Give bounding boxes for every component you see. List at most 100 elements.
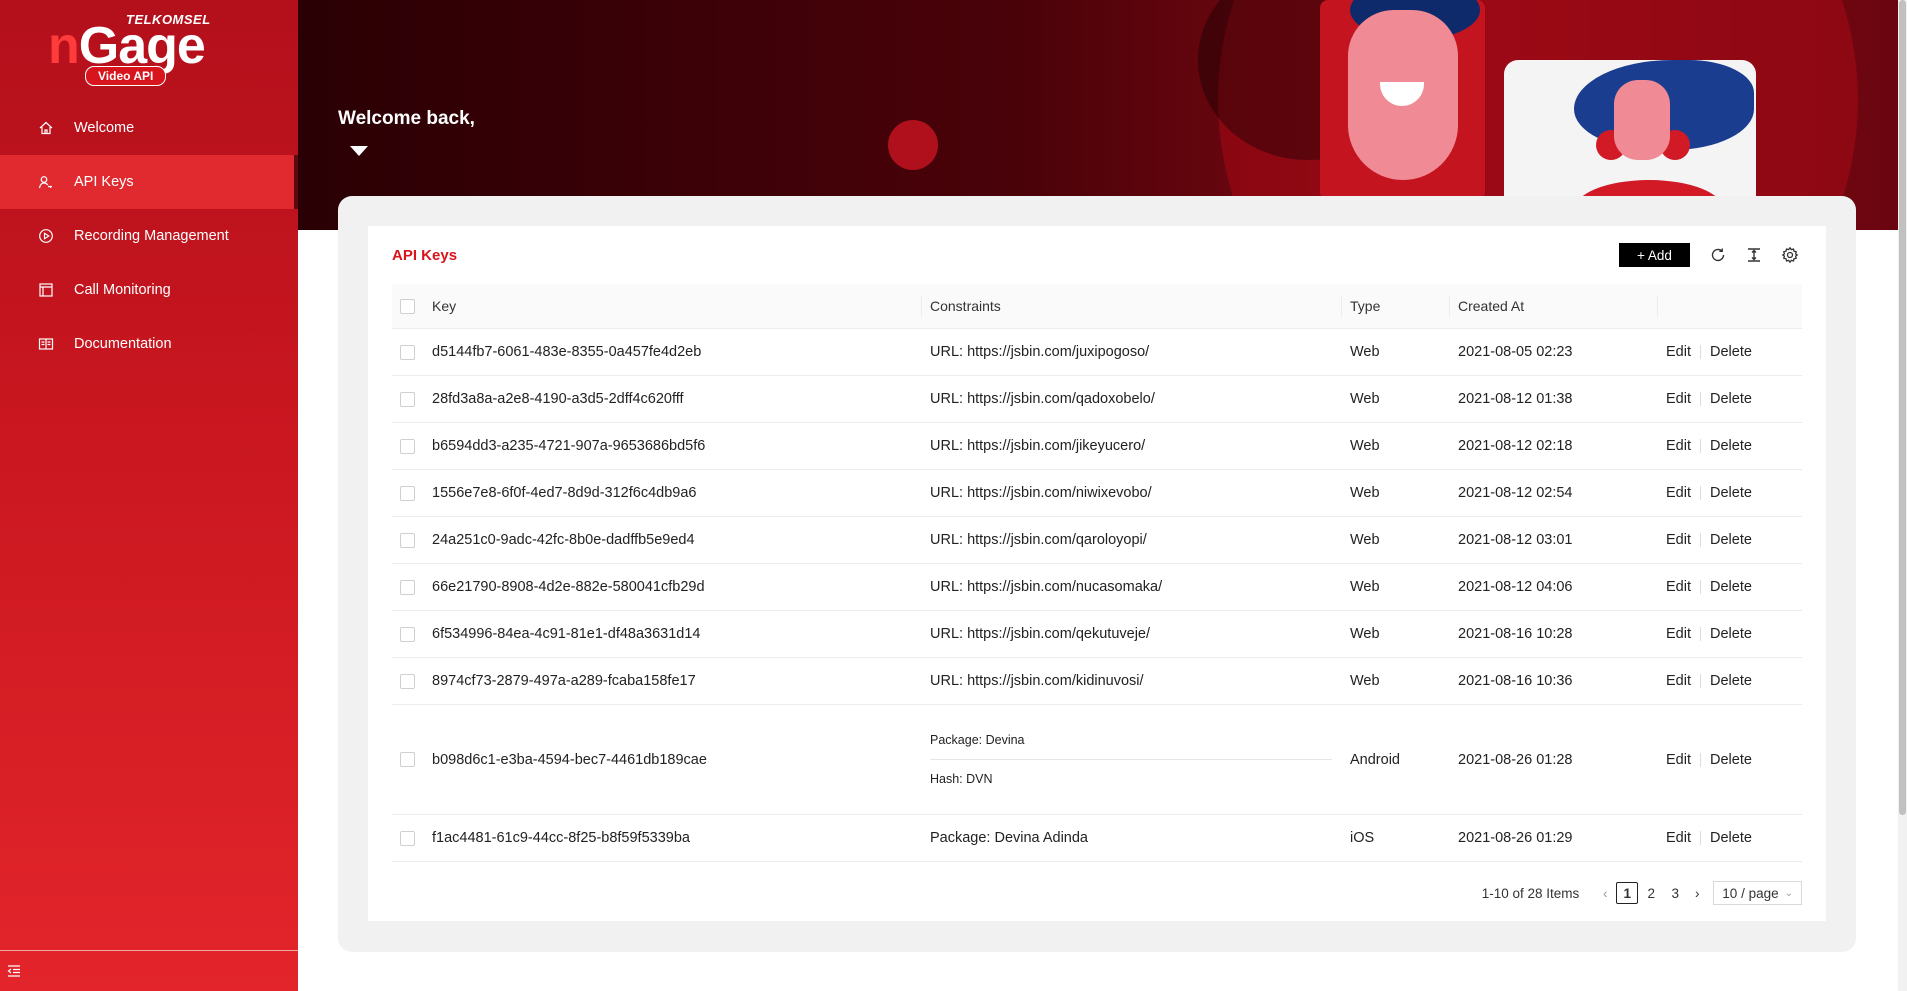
cell-constraints: URL: https://jsbin.com/nucasomaka/: [930, 579, 1163, 595]
row-checkbox[interactable]: [400, 438, 415, 454]
cell-key: 28fd3a8a-a2e8-4190-a3d5-2dff4c620fff: [432, 391, 684, 407]
edit-button[interactable]: Edit: [1666, 391, 1691, 407]
column-height-icon[interactable]: [1745, 246, 1763, 264]
table-row: b098d6c1-e3ba-4594-bec7-4461db189cae Pack…: [392, 705, 1802, 815]
delete-button[interactable]: Delete: [1710, 752, 1752, 768]
prev-page-icon[interactable]: ‹: [1595, 886, 1615, 901]
sidebar-item-call-monitoring[interactable]: Call Monitoring: [0, 263, 298, 317]
column-header-created-at[interactable]: Created At: [1450, 295, 1658, 317]
edit-button[interactable]: Edit: [1666, 344, 1691, 360]
column-header-key[interactable]: Key: [432, 295, 922, 317]
home-icon: [38, 120, 54, 136]
sidebar-item-label: API Keys: [74, 174, 134, 190]
row-checkbox-cell: [392, 673, 432, 689]
delete-button[interactable]: Delete: [1710, 344, 1752, 360]
delete-button[interactable]: Delete: [1710, 673, 1752, 689]
row-checkbox[interactable]: [400, 532, 415, 548]
row-checkbox[interactable]: [400, 830, 415, 846]
reload-icon[interactable]: [1709, 246, 1727, 264]
page-size-value: 10 / page: [1722, 885, 1779, 901]
page-1-button[interactable]: 1: [1616, 882, 1639, 904]
cell-key: b6594dd3-a235-4721-907a-9653686bd5f6: [432, 438, 706, 454]
edit-button[interactable]: Edit: [1666, 626, 1691, 642]
sidebar-footer: [0, 950, 298, 991]
sidebar-item-documentation[interactable]: Documentation: [0, 317, 298, 371]
cell-key: 1556e7e8-6f0f-4ed7-8d9d-312f6c4db9a6: [432, 485, 697, 501]
edit-button[interactable]: Edit: [1666, 532, 1691, 548]
row-checkbox[interactable]: [400, 626, 415, 642]
page-2-button[interactable]: 2: [1640, 882, 1662, 904]
table-row: 6f534996-84ea-4c91-81e1-df48a3631d14 URL:…: [392, 611, 1802, 658]
cell-constraints: URL: https://jsbin.com/niwixevobo/: [930, 485, 1152, 501]
cell-constraints: URL: https://jsbin.com/qekutuveje/: [930, 626, 1151, 642]
cell-constraints: URL: https://jsbin.com/qaroloyopi/: [930, 532, 1147, 548]
chevron-down-icon: ⌄: [1784, 887, 1793, 899]
edit-button[interactable]: Edit: [1666, 485, 1691, 501]
cell-key: f1ac4481-61c9-44cc-8f25-b8f59f5339ba: [432, 830, 690, 846]
edit-button[interactable]: Edit: [1666, 752, 1691, 768]
action-divider: [1700, 439, 1701, 453]
sidebar-item-api-keys[interactable]: API Keys: [0, 155, 298, 209]
action-divider: [1700, 752, 1701, 767]
delete-button[interactable]: Delete: [1710, 391, 1752, 407]
row-checkbox[interactable]: [400, 752, 415, 767]
delete-button[interactable]: Delete: [1710, 579, 1752, 595]
action-divider: [1700, 627, 1701, 641]
cell-actions: Edit Delete: [1658, 626, 1802, 642]
column-header-type[interactable]: Type: [1342, 295, 1450, 317]
row-checkbox-cell: [392, 752, 432, 767]
sidebar-item-recording-management[interactable]: Recording Management: [0, 209, 298, 263]
page-3-button[interactable]: 3: [1664, 882, 1686, 904]
cell-created-at: 2021-08-16 10:28: [1458, 626, 1573, 642]
row-checkbox[interactable]: [400, 579, 415, 595]
delete-button[interactable]: Delete: [1710, 438, 1752, 454]
api-keys-table: Key Constraints Type Created At d5144fb7…: [392, 284, 1802, 862]
cell-key: 24a251c0-9adc-42fc-8b0e-dadffb5e9ed4: [432, 532, 695, 548]
row-checkbox-cell: [392, 485, 432, 501]
sidebar-item-label: Documentation: [74, 336, 172, 352]
illustration-face: [1614, 80, 1670, 160]
edit-button[interactable]: Edit: [1666, 438, 1691, 454]
cell-actions: Edit Delete: [1658, 752, 1802, 768]
edit-button[interactable]: Edit: [1666, 673, 1691, 689]
cell-created-at: 2021-08-12 02:54: [1458, 485, 1573, 501]
menu-fold-icon[interactable]: [6, 963, 22, 979]
row-checkbox[interactable]: [400, 391, 415, 407]
page-scrollbar[interactable]: [1898, 0, 1907, 991]
action-divider: [1700, 533, 1701, 547]
settings-gear-icon[interactable]: [1781, 246, 1799, 264]
row-checkbox[interactable]: [400, 344, 415, 360]
page-size-select[interactable]: 10 / page ⌄: [1713, 881, 1802, 905]
delete-button[interactable]: Delete: [1710, 485, 1752, 501]
scrollbar-thumb[interactable]: [1899, 0, 1906, 815]
column-header-constraints[interactable]: Constraints: [922, 295, 1342, 317]
edit-button[interactable]: Edit: [1666, 579, 1691, 595]
add-button[interactable]: + Add: [1619, 243, 1690, 267]
cell-type: Web: [1350, 485, 1380, 501]
table-row: f1ac4481-61c9-44cc-8f25-b8f59f5339ba Pack…: [392, 815, 1802, 862]
sidebar: TELKOMSEL nGage Video API Welcome API Ke…: [0, 0, 298, 991]
row-checkbox[interactable]: [400, 673, 415, 689]
table-body: d5144fb7-6061-483e-8355-0a457fe4d2eb URL:…: [392, 329, 1802, 862]
select-all-checkbox[interactable]: [400, 298, 415, 314]
edit-button[interactable]: Edit: [1666, 830, 1691, 846]
delete-button[interactable]: Delete: [1710, 830, 1752, 846]
delete-button[interactable]: Delete: [1710, 532, 1752, 548]
ngage-logo[interactable]: TELKOMSEL nGage Video API: [48, 10, 248, 88]
action-divider: [1700, 674, 1701, 688]
cell-constraints: URL: https://jsbin.com/qadoxobelo/: [930, 391, 1155, 407]
constraint-line: Package: Devina: [930, 733, 1332, 760]
cell-key: d5144fb7-6061-483e-8355-0a457fe4d2eb: [432, 344, 702, 360]
cell-type: Web: [1350, 673, 1380, 689]
book-icon: [38, 336, 54, 352]
sidebar-item-welcome[interactable]: Welcome: [0, 101, 298, 155]
next-page-icon[interactable]: ›: [1687, 886, 1707, 901]
row-checkbox[interactable]: [400, 485, 415, 501]
brand-main-n: n: [48, 17, 80, 75]
user-dropdown-caret-icon[interactable]: [350, 146, 368, 156]
row-checkbox-cell: [392, 344, 432, 360]
row-checkbox-cell: [392, 579, 432, 595]
brand-main-text: nGage: [48, 17, 206, 75]
cell-constraints: URL: https://jsbin.com/jikeyucero/: [930, 438, 1146, 454]
delete-button[interactable]: Delete: [1710, 626, 1752, 642]
